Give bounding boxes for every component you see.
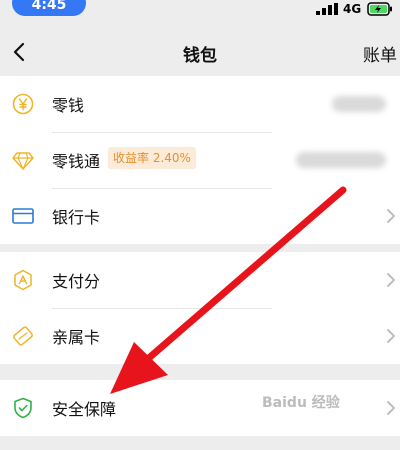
chevron-right-icon bbox=[387, 273, 395, 287]
status-bar: 4:45 4G bbox=[0, 0, 400, 20]
wallet-item-lqt[interactable]: 零钱通 收益率 2.40% bbox=[0, 132, 400, 188]
wallet-card-primary: 零钱 零钱通 收益率 2.40% 银行卡 bbox=[0, 76, 400, 244]
chevron-right-icon bbox=[387, 329, 395, 343]
chevron-right-icon bbox=[387, 209, 395, 223]
diamond-icon bbox=[12, 152, 34, 170]
yen-coin-icon bbox=[12, 93, 34, 115]
wallet-card-security: 安全保障 bbox=[0, 380, 400, 436]
balance-value-blurred bbox=[332, 96, 386, 112]
wallet-item-bank-card[interactable]: 银行卡 bbox=[0, 188, 400, 244]
chevron-right-icon bbox=[387, 401, 395, 415]
bill-button[interactable]: 账单 bbox=[363, 41, 397, 66]
wallet-item-label: 零钱通 bbox=[52, 152, 101, 171]
signal-icon bbox=[316, 3, 338, 15]
wallet-item-label: 零钱 bbox=[52, 96, 85, 115]
shield-check-icon bbox=[14, 397, 32, 419]
network-type: 4G bbox=[343, 2, 362, 16]
payment-score-icon bbox=[14, 269, 32, 291]
wallet-card-secondary: 支付分 亲属卡 bbox=[0, 252, 400, 364]
watermark: Baidu 经验 bbox=[262, 395, 340, 411]
wallet-item-security[interactable]: 安全保障 bbox=[0, 380, 400, 436]
wallet-item-label: 安全保障 bbox=[52, 400, 117, 419]
lqt-value-blurred bbox=[296, 152, 386, 168]
status-time: 4:45 bbox=[12, 0, 86, 16]
family-card-icon bbox=[13, 326, 33, 346]
yield-rate-badge: 收益率 2.40% bbox=[108, 147, 196, 169]
wallet-item-label: 支付分 bbox=[52, 272, 101, 291]
nav-bar: 钱包 账单 bbox=[0, 28, 400, 76]
bank-card-icon bbox=[12, 208, 34, 224]
wallet-item-label: 亲属卡 bbox=[52, 328, 101, 347]
wallet-item-label: 银行卡 bbox=[52, 208, 101, 227]
wallet-item-family-card[interactable]: 亲属卡 bbox=[0, 308, 400, 364]
battery-charging-icon bbox=[367, 2, 392, 16]
wallet-item-change[interactable]: 零钱 bbox=[0, 76, 400, 132]
page-title: 钱包 bbox=[183, 46, 217, 66]
wallet-item-pay-score[interactable]: 支付分 bbox=[0, 252, 400, 308]
